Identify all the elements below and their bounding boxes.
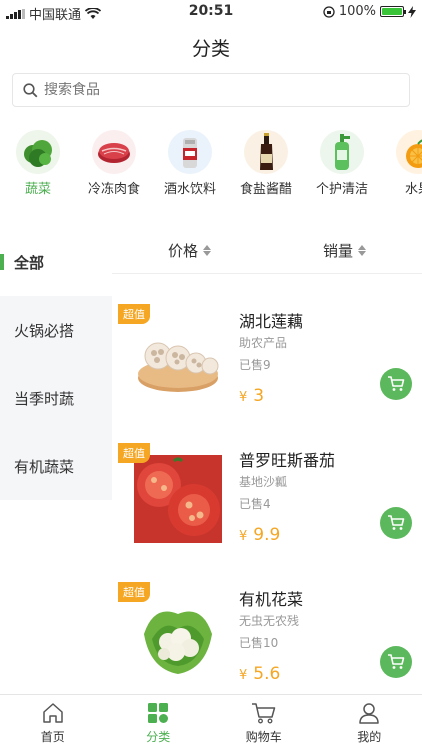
tab-label: 我的 — [357, 729, 382, 744]
page-title: 分类 — [191, 38, 230, 60]
category-label: 食盐酱醋 — [239, 182, 292, 197]
battery-fill — [382, 8, 402, 15]
tab-profile[interactable]: 我的 — [317, 695, 422, 750]
product-card[interactable]: 超值 湖北莲藕 助农产品 已售9 ¥3 — [118, 304, 422, 434]
status-bar: 中国联通 20:51 100% — [0, 0, 422, 24]
currency-symbol: ¥ — [239, 668, 248, 683]
search-icon — [23, 82, 38, 97]
cleaning-icon — [320, 130, 364, 174]
cart-icon — [388, 654, 405, 669]
value-tag: 超值 — [118, 304, 150, 324]
sort-bar: 价格 销量 — [112, 228, 422, 274]
tab-label: 首页 — [40, 729, 65, 744]
tab-home[interactable]: 首页 — [0, 695, 106, 750]
subcategory-menu[interactable]: 全部 火锅必搭 当季时蔬 有机蔬菜 — [0, 228, 112, 500]
category-strip[interactable]: 蔬菜 冷冻肉食 酒水饮料 食盐酱醋 个护清洁 水果 — [0, 130, 422, 200]
product-image-tomato — [134, 455, 222, 543]
home-icon — [43, 702, 63, 723]
profile-icon — [359, 702, 379, 724]
category-label: 冷冻肉食 — [87, 182, 140, 197]
search-bar[interactable] — [12, 73, 410, 107]
category-label: 蔬菜 — [24, 182, 51, 197]
category-label: 酒水饮料 — [163, 182, 216, 197]
charging-icon — [408, 5, 416, 18]
tab-category[interactable]: 分类 — [106, 695, 212, 750]
fruit-icon — [396, 130, 422, 174]
add-to-cart-button[interactable] — [380, 646, 412, 678]
menu-item-hotpot[interactable]: 火锅必搭 — [0, 296, 112, 364]
status-right: 100% — [323, 4, 416, 19]
category-fruit[interactable]: 水果 — [380, 130, 422, 197]
product-sold: 已售10 — [239, 636, 279, 650]
tab-cart[interactable]: 购物车 — [211, 695, 317, 750]
value-tag: 超值 — [118, 443, 150, 463]
battery-label: 100% — [338, 4, 376, 19]
product-price: ¥5.6 — [239, 664, 280, 684]
category-vegetable[interactable]: 蔬菜 — [0, 130, 76, 197]
product-price: ¥3 — [239, 386, 264, 406]
meat-icon — [92, 130, 136, 174]
product-name: 湖北莲藕 — [239, 312, 304, 331]
sort-price-label: 价格 — [167, 242, 198, 260]
drink-icon — [168, 130, 212, 174]
price-value: 9.9 — [253, 525, 281, 545]
tab-label: 分类 — [146, 729, 171, 744]
product-desc: 基地沙瓤 — [239, 475, 288, 489]
tab-label: 购物车 — [245, 729, 282, 744]
product-desc: 助农产品 — [239, 336, 288, 350]
product-sold: 已售9 — [239, 358, 271, 372]
product-name: 普罗旺斯番茄 — [239, 451, 336, 470]
category-icon — [148, 702, 169, 723]
menu-item-all[interactable]: 全部 — [0, 228, 112, 296]
currency-symbol: ¥ — [239, 390, 248, 405]
cart-icon — [388, 376, 405, 391]
tab-bar: 首页 分类 购物车 我的 — [0, 694, 422, 750]
category-meat[interactable]: 冷冻肉食 — [76, 130, 152, 197]
value-tag: 超值 — [118, 582, 150, 602]
product-image-cauliflower — [134, 594, 222, 682]
price-value: 3 — [253, 386, 265, 406]
product-desc: 无虫无农残 — [239, 614, 300, 628]
price-value: 5.6 — [253, 664, 281, 684]
category-label: 个护清洁 — [315, 182, 368, 197]
product-card[interactable]: 超值 有机花菜 无虫无农残 已售10 ¥5.6 — [118, 582, 422, 712]
battery-icon — [380, 6, 406, 17]
category-drink[interactable]: 酒水饮料 — [152, 130, 228, 197]
orientation-lock-icon — [323, 5, 335, 18]
menu-item-organic[interactable]: 有机蔬菜 — [0, 432, 112, 500]
search-input[interactable] — [44, 82, 384, 98]
sort-arrows-icon — [358, 245, 366, 256]
add-to-cart-button[interactable] — [380, 368, 412, 400]
add-to-cart-button[interactable] — [380, 507, 412, 539]
category-cleaning[interactable]: 个护清洁 — [304, 130, 380, 197]
product-price: ¥9.9 — [239, 525, 280, 545]
product-name: 有机花菜 — [239, 590, 304, 609]
product-image-lotus — [134, 316, 222, 404]
product-card[interactable]: 超值 普罗旺斯番茄 基地沙瓤 已售4 ¥9.9 — [118, 443, 422, 573]
product-sold: 已售4 — [239, 497, 271, 511]
category-label: 水果 — [404, 182, 422, 197]
sort-sales-label: 销量 — [322, 242, 353, 260]
currency-symbol: ¥ — [239, 529, 248, 544]
menu-item-seasonal[interactable]: 当季时蔬 — [0, 364, 112, 432]
sauce-icon — [244, 130, 288, 174]
cart-icon — [388, 515, 405, 530]
sort-arrows-icon — [203, 245, 211, 256]
vegetable-icon — [16, 130, 60, 174]
category-sauce[interactable]: 食盐酱醋 — [228, 130, 304, 197]
sort-price-button[interactable]: 价格 — [112, 228, 267, 273]
cart-icon — [251, 702, 275, 723]
sort-sales-button[interactable]: 销量 — [267, 228, 422, 273]
